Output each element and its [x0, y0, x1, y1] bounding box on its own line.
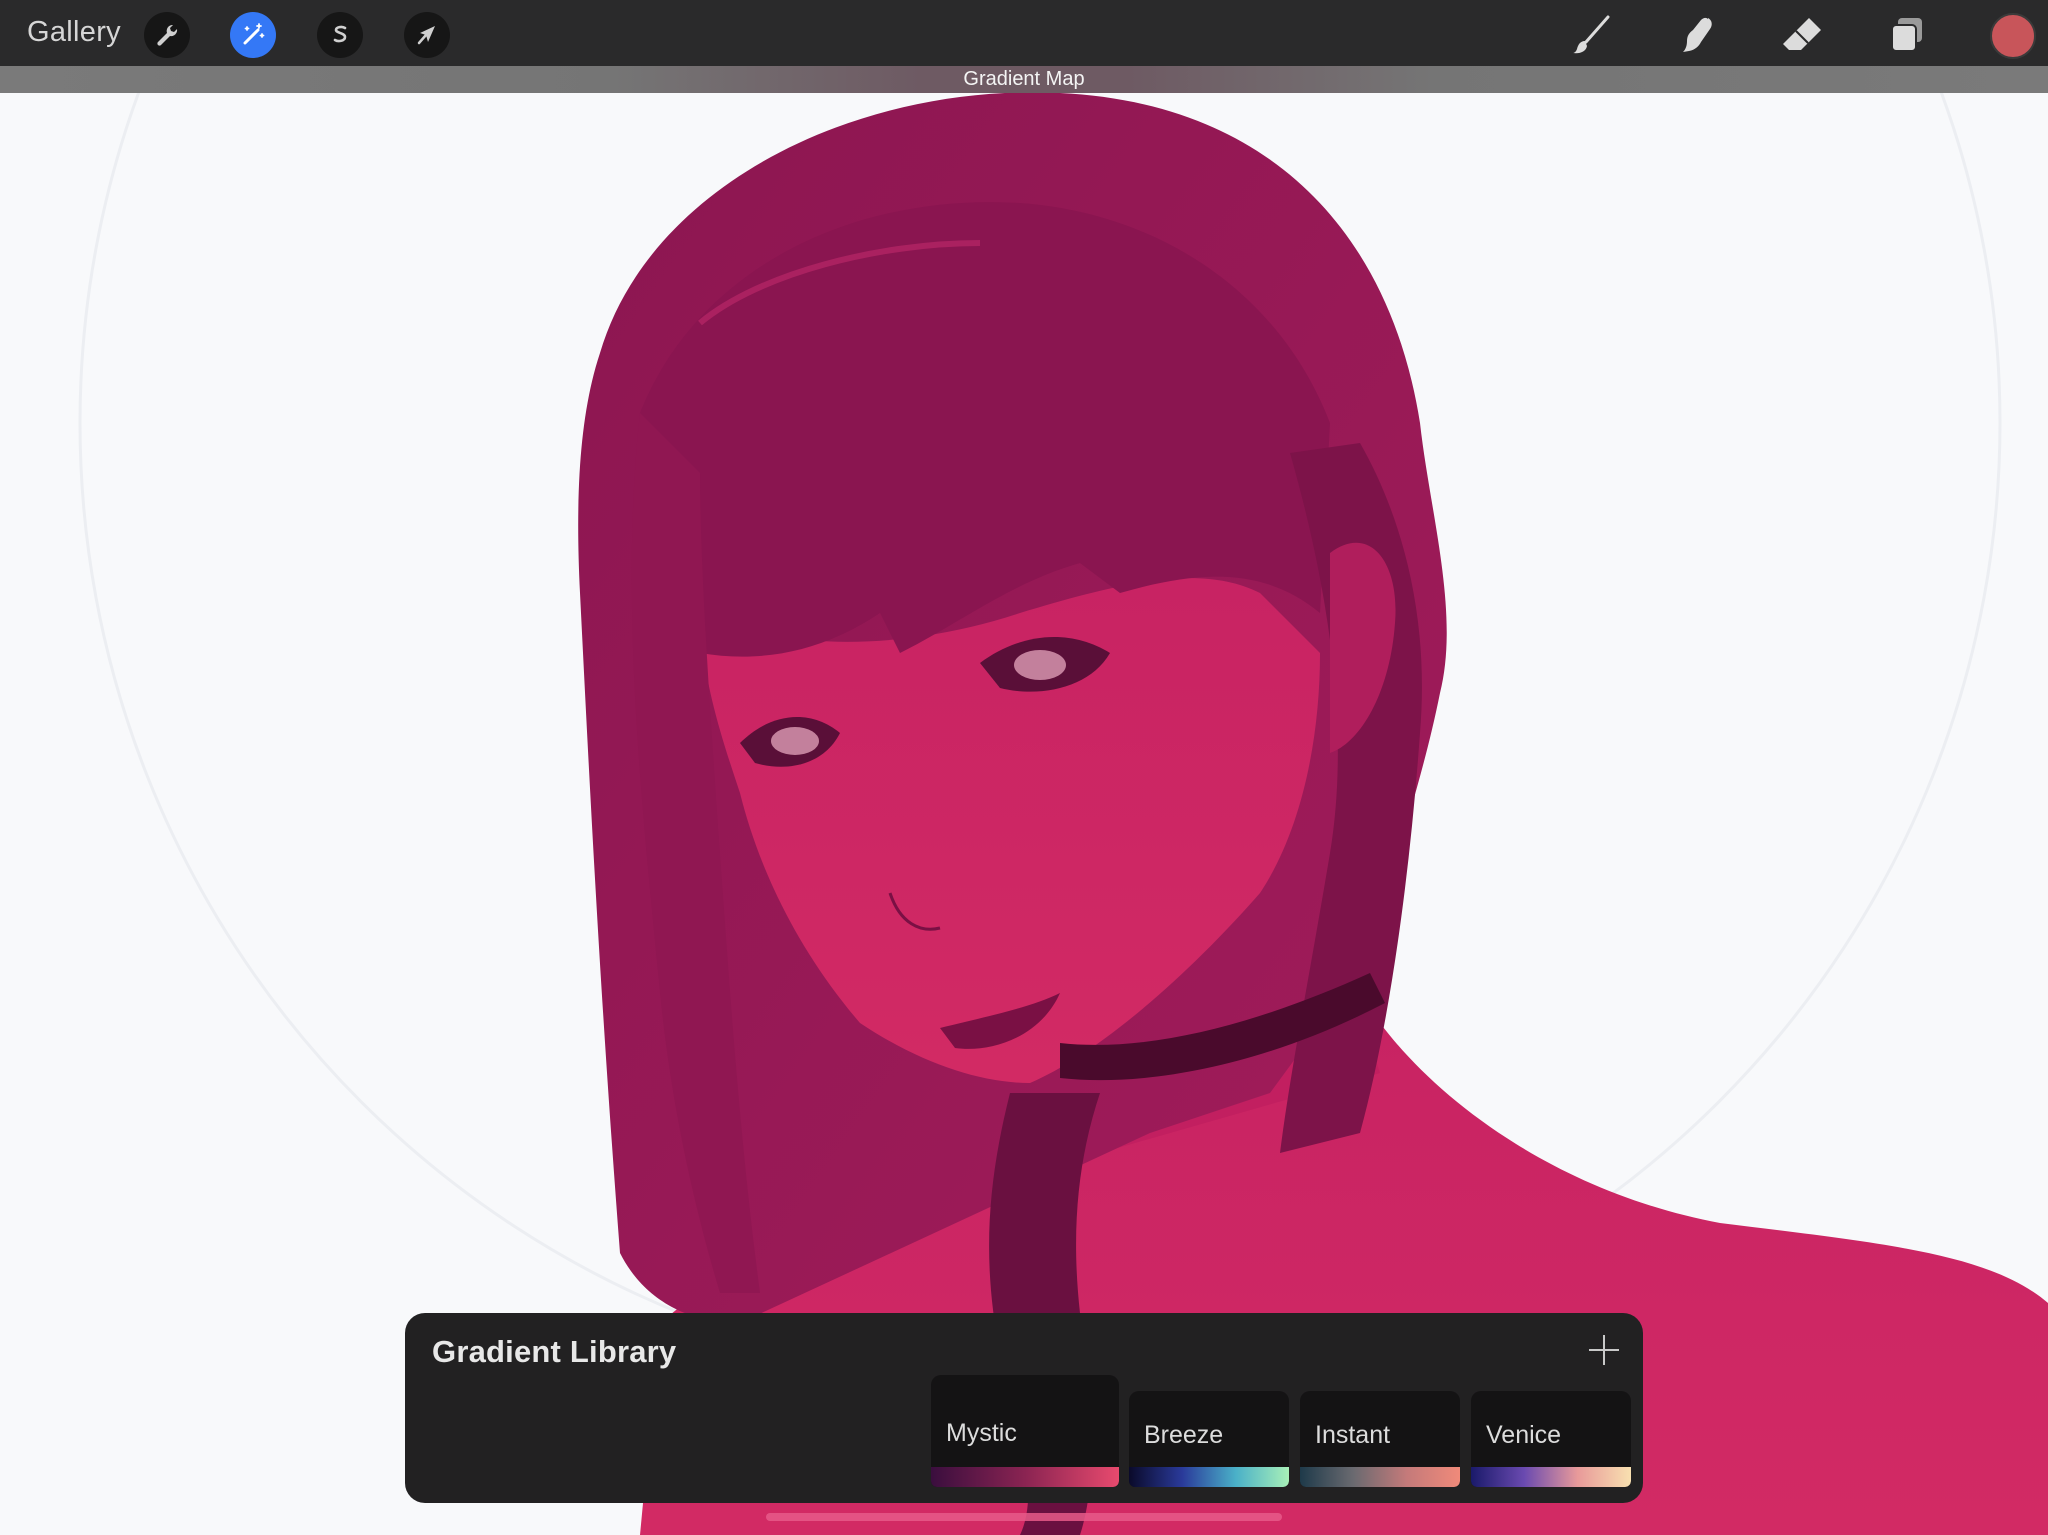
magic-wand-icon [243, 23, 265, 45]
gradient-preview-bar [931, 1467, 1119, 1487]
gradient-card-breeze[interactable]: Breeze [1129, 1391, 1289, 1487]
smudge-button[interactable] [1672, 10, 1722, 60]
gradient-preview-bar [1471, 1467, 1631, 1487]
gradient-card-mystic[interactable]: Mystic [931, 1375, 1119, 1487]
brush-button[interactable] [1566, 10, 1616, 60]
panel-title: Gradient Library [432, 1334, 677, 1369]
gradient-card-venice[interactable]: Venice [1471, 1391, 1631, 1487]
plus-icon[interactable] [1587, 1333, 1621, 1367]
gradient-library-panel: Gradient Library Mystic Breeze Instant V… [405, 1313, 1643, 1503]
wrench-icon [157, 24, 178, 46]
gradient-name: Breeze [1144, 1421, 1224, 1449]
arrow-cursor-icon [417, 26, 435, 45]
selection-button[interactable] [317, 12, 363, 58]
transform-button[interactable] [404, 12, 450, 58]
adjustment-bar: Gradient Map [0, 66, 2048, 93]
layers-icon [1891, 18, 1922, 52]
eraser-icon [1783, 18, 1821, 50]
color-picker-button[interactable] [1990, 13, 2036, 59]
gradient-name: Mystic [946, 1419, 1017, 1447]
adjustment-title: Gradient Map [963, 68, 1085, 90]
top-toolbar: Gallery [0, 0, 2048, 66]
home-indicator[interactable] [766, 1513, 1282, 1521]
adjustments-button[interactable] [230, 12, 276, 58]
brush-icon [1573, 15, 1610, 54]
gradient-preview-bar [1300, 1467, 1460, 1487]
smudge-finger-icon [1683, 17, 1712, 53]
gallery-button[interactable]: Gallery [27, 16, 121, 49]
gradient-name: Venice [1486, 1421, 1562, 1449]
actions-button[interactable] [144, 12, 190, 58]
eraser-button[interactable] [1777, 10, 1827, 60]
gradient-name: Instant [1315, 1421, 1391, 1449]
gradient-card-instant[interactable]: Instant [1300, 1391, 1460, 1487]
selection-s-icon [333, 25, 347, 43]
gradient-preview-bar [1129, 1467, 1289, 1487]
layers-button[interactable] [1882, 10, 1932, 60]
